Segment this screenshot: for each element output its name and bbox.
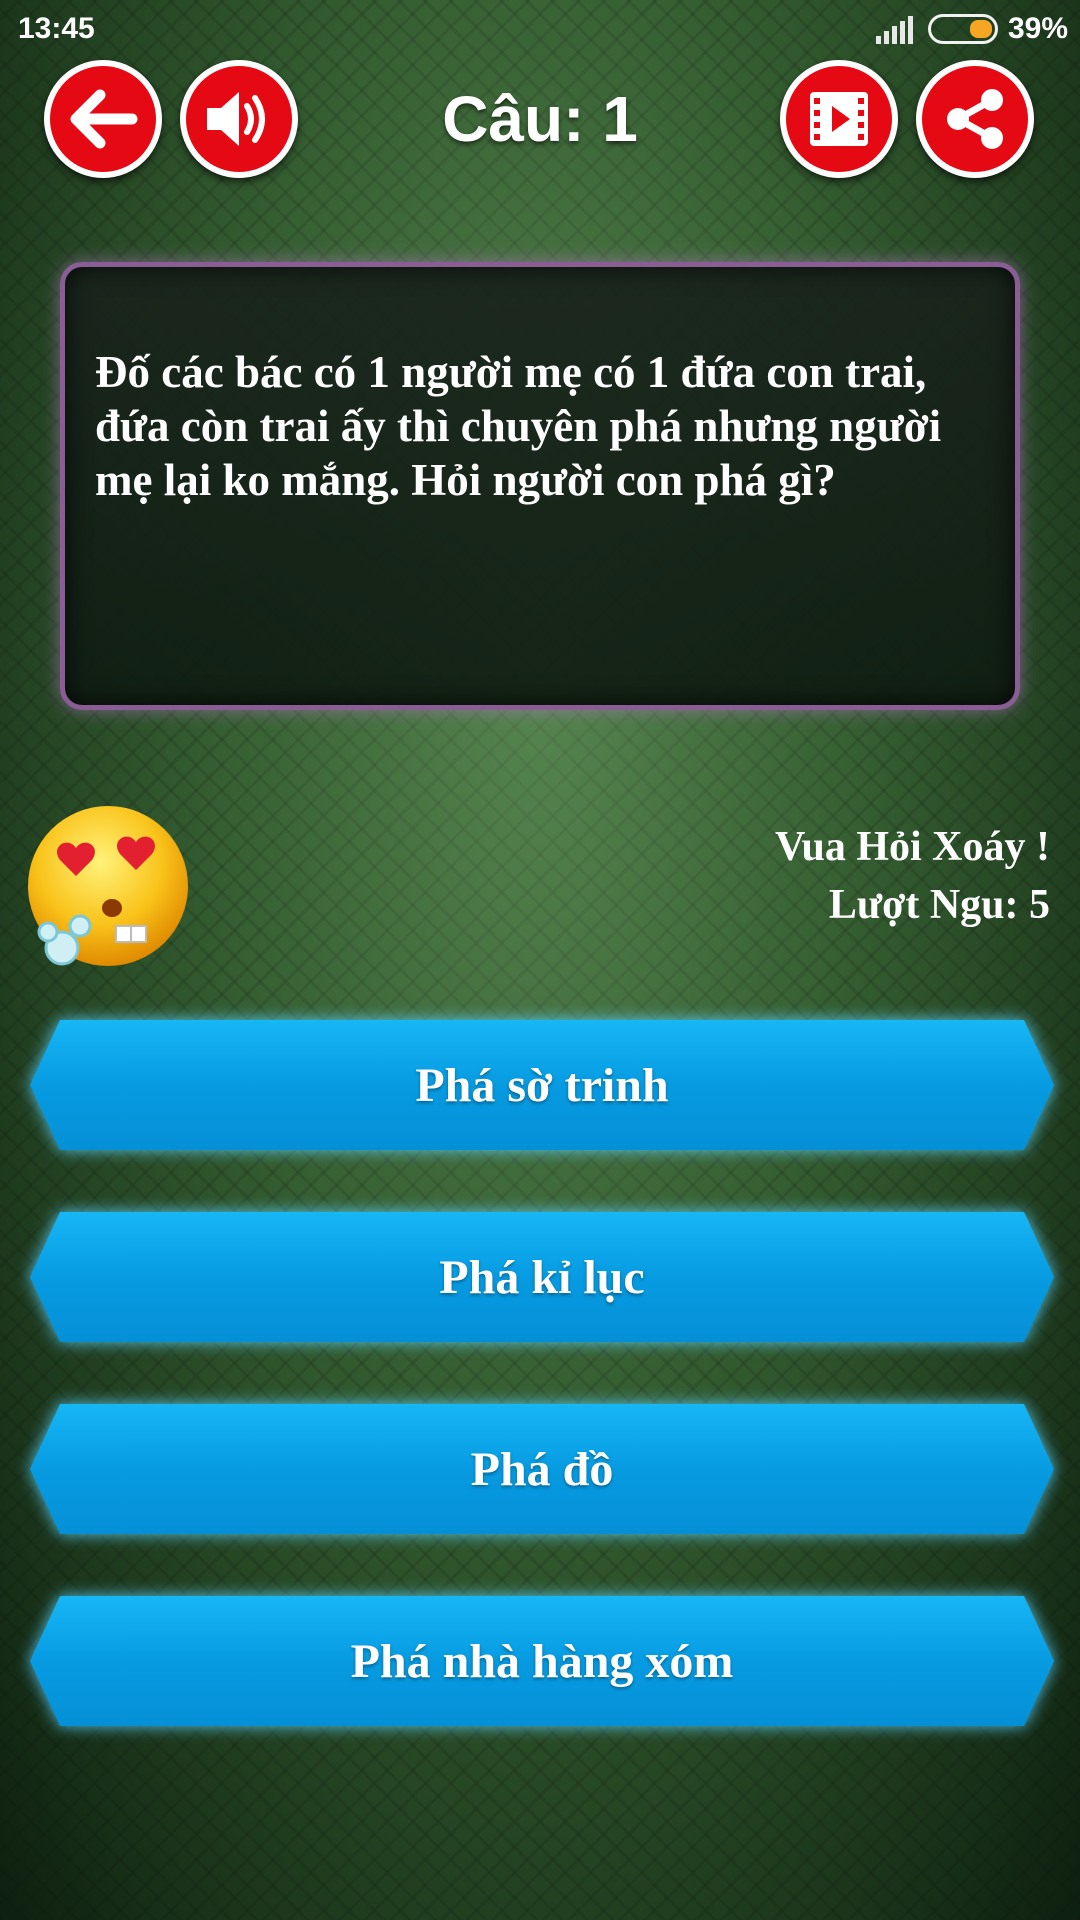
answer-label: Phá sờ trinh [415,1058,669,1112]
answer-button-1[interactable]: Phá sờ trinh [30,1020,1054,1150]
sound-button[interactable] [180,60,298,178]
question-box: Đố các bác có 1 người mẹ có 1 đứa con tr… [60,262,1020,710]
arrow-left-icon [70,89,138,149]
question-text: Đố các bác có 1 người mẹ có 1 đứa con tr… [95,347,942,505]
status-bar: 13:45 39% [0,0,1080,60]
game-title: Vua Hỏi Xoáy ! [775,824,1050,870]
share-icon [947,89,1003,149]
film-play-icon [810,92,868,146]
answer-button-3[interactable]: Phá đồ [30,1404,1054,1534]
share-button[interactable] [916,60,1034,178]
answer-label: Phá nhà hàng xóm [350,1634,734,1688]
answer-label: Phá kỉ lục [439,1250,645,1304]
answer-button-2[interactable]: Phá kỉ lục [30,1212,1054,1342]
answer-label: Phá đồ [470,1442,614,1496]
speaker-icon [207,92,265,146]
battery-level: 39% [1008,12,1069,45]
back-button[interactable] [44,60,162,178]
signal-icon [876,16,916,44]
video-button[interactable] [780,60,898,178]
lives-counter: Lượt Ngu: 5 [828,882,1050,928]
heart-eyes-emoji-icon [28,806,188,966]
battery-icon [928,14,998,44]
answer-button-4[interactable]: Phá nhà hàng xóm [30,1596,1054,1726]
question-number-title: Câu: 1 [442,83,638,155]
status-time: 13:45 [18,12,95,45]
info-panel: Vua Hỏi Xoáy ! Lượt Ngu: 5 [775,818,1050,934]
